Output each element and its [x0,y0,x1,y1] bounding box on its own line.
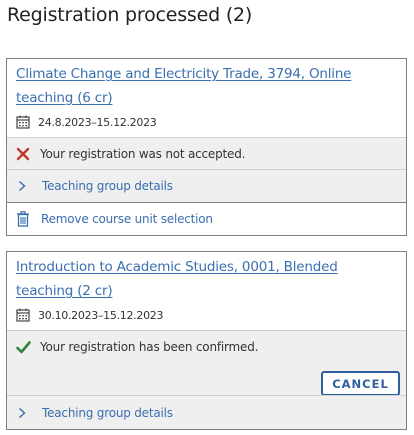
registration-status: Your registration has been confirmed. [7,331,406,363]
registration-card: Climate Change and Electricity Trade, 37… [6,58,407,236]
cancel-registration-button[interactable]: CANCEL [321,371,400,396]
cross-icon [16,147,32,161]
calendar-icon [16,308,30,322]
teaching-group-details-toggle[interactable]: Teaching group details [7,169,406,202]
registration-status: Your registration was not accepted. [7,138,406,170]
trash-icon [16,211,32,227]
status-text: Your registration was not accepted. [40,147,246,161]
calendar-icon [16,115,30,129]
remove-course-unit-label: Remove course unit selection [41,212,213,226]
status-section: Your registration has been confirmed. CA… [7,330,406,396]
teaching-group-details-toggle[interactable]: Teaching group details [7,395,406,429]
check-icon [16,340,32,354]
chevron-right-icon [18,407,32,419]
page-title: Registration processed (2) [7,4,253,26]
status-section: Your registration was not accepted. [7,137,406,170]
date-range: 24.8.2023–15.12.2023 [16,113,157,131]
date-range-text: 24.8.2023–15.12.2023 [38,115,157,129]
status-text: Your registration has been confirmed. [40,340,259,354]
teaching-group-details-label: Teaching group details [42,179,173,193]
course-title-link[interactable]: Climate Change and Electricity Trade, 37… [16,62,396,110]
chevron-right-icon [18,180,32,192]
registration-card: Introduction to Academic Studies, 0001, … [6,251,407,430]
date-range-text: 30.10.2023–15.12.2023 [38,308,164,322]
teaching-group-details-label: Teaching group details [42,405,173,420]
date-range: 30.10.2023–15.12.2023 [16,306,163,324]
remove-course-unit-button[interactable]: Remove course unit selection [7,202,406,235]
course-title-link[interactable]: Introduction to Academic Studies, 0001, … [16,255,396,303]
